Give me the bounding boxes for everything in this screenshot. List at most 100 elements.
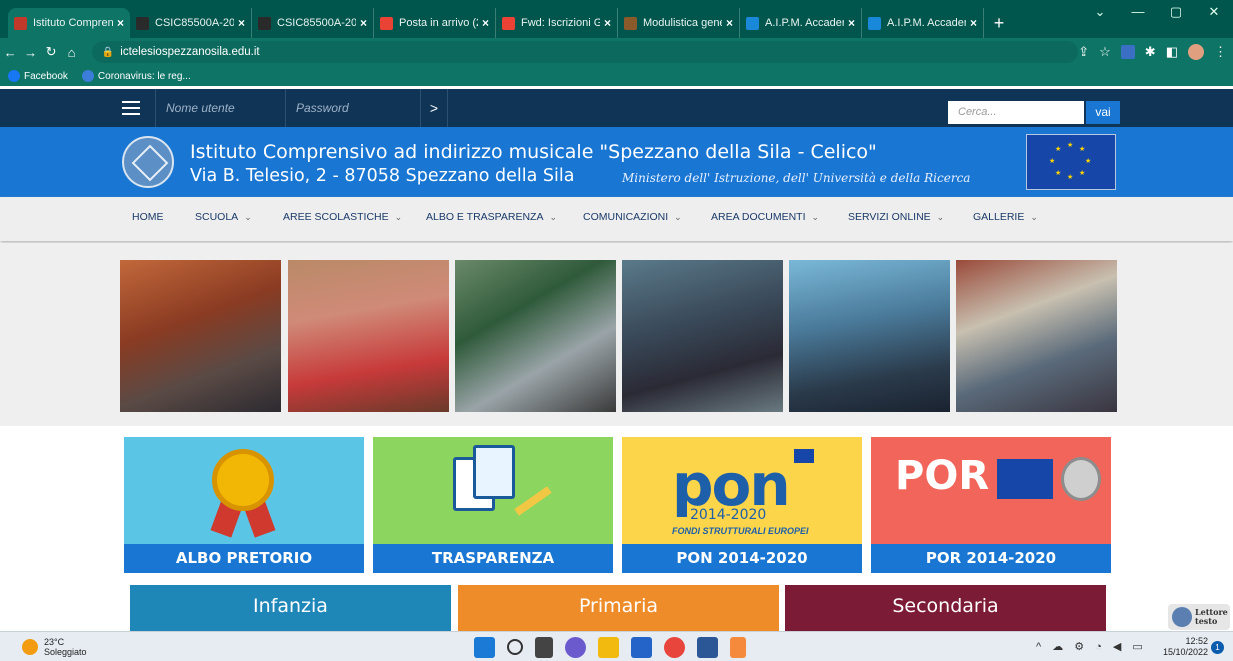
search-input[interactable]: Cerca...	[948, 101, 1084, 124]
chat-icon[interactable]	[565, 637, 586, 658]
school-address: Via B. Telesio, 2 - 87058 Spezzano della…	[190, 166, 575, 186]
tab-close-icon[interactable]: ×	[482, 16, 489, 30]
tab-favicon-icon	[502, 16, 515, 30]
browser-tab[interactable]: CSIC85500A-201! ×	[130, 8, 252, 38]
home-icon[interactable]: ⌂	[61, 45, 81, 60]
store-icon[interactable]	[631, 637, 652, 658]
sun-weather-icon[interactable]	[22, 639, 38, 655]
tile-trasparenza[interactable]: TRASPARENZA	[373, 437, 613, 573]
gallery-photo-6[interactable]	[956, 260, 1117, 412]
menu-item-label: SERVIZI ONLINE	[848, 211, 931, 223]
menu-item-label: HOME	[132, 211, 164, 223]
back-icon[interactable]: ←	[0, 45, 20, 60]
new-tab-button[interactable]: +	[984, 8, 1014, 38]
menu-item[interactable]: HOME	[132, 211, 164, 223]
menu-item[interactable]: COMUNICAZIONI ⌄	[583, 211, 682, 223]
windows-start-icon[interactable]	[474, 637, 495, 658]
document-icon	[473, 445, 515, 499]
password-input[interactable]: Password	[285, 89, 420, 127]
share-icon[interactable]: ⇪	[1078, 44, 1089, 60]
chrome-icon[interactable]	[664, 637, 685, 658]
tile-albo-pretorio[interactable]: ALBO PRETORIO	[124, 437, 364, 573]
gallery-photo-2[interactable]	[288, 260, 449, 412]
search-button[interactable]: vai	[1086, 101, 1120, 124]
tab-favicon-icon	[380, 16, 393, 30]
tab-close-icon[interactable]: ×	[726, 16, 733, 30]
menu-kebab-icon[interactable]: ⋮	[1214, 44, 1227, 60]
browser-tab[interactable]: Fwd: Iscrizioni Gi ×	[496, 8, 618, 38]
bookmark-coronavirus[interactable]: Coronavirus: le reg...	[81, 70, 191, 82]
eu-flag-icon	[794, 449, 814, 463]
word-icon[interactable]	[697, 637, 718, 658]
text-reader-label: Lettore testo	[1195, 607, 1228, 626]
file-explorer-icon[interactable]	[598, 637, 619, 658]
tab-search-icon[interactable]: ⌄	[1081, 4, 1119, 20]
tab-close-icon[interactable]: ×	[360, 16, 367, 30]
windows-taskbar: 23°C Soleggiato ^ ☁ ⚙ ◔ ◀ ▭ 12:52 15/10/…	[0, 631, 1233, 661]
tab-close-icon[interactable]: ×	[970, 16, 977, 30]
menu-item[interactable]: SERVIZI ONLINE ⌄	[848, 211, 944, 223]
level-infanzia-button[interactable]: Infanzia	[130, 585, 451, 631]
gallery-photo-3[interactable]	[455, 260, 616, 412]
level-secondaria-button[interactable]: Secondaria	[785, 585, 1106, 631]
bookmark-star-icon[interactable]: ☆	[1099, 44, 1111, 60]
menu-item[interactable]: SCUOLA ⌄	[195, 211, 252, 223]
lock-icon[interactable]: 🔒	[102, 47, 114, 58]
extension-icon[interactable]	[1120, 45, 1135, 59]
menu-item[interactable]: AREA DOCUMENTI ⌄	[711, 211, 819, 223]
menu-item[interactable]: ALBO E TRASPARENZA ⌄	[426, 211, 557, 223]
browser-tab[interactable]: Istituto Compren ×	[8, 8, 130, 38]
tab-favicon-icon	[258, 16, 271, 30]
bookmarks-bar: Facebook Coronavirus: le reg...	[0, 66, 1233, 86]
hamburger-menu-icon[interactable]	[122, 101, 140, 115]
notification-badge[interactable]: 1	[1211, 641, 1224, 654]
weather-widget[interactable]: 23°C Soleggiato	[44, 637, 87, 657]
tab-title: Modulistica gene	[643, 17, 722, 29]
menu-item[interactable]: GALLERIE ⌄	[973, 211, 1038, 223]
text-reader-button[interactable]: Lettore testo	[1168, 604, 1230, 630]
url-field[interactable]: 🔒 ictelesiospezzanosila.edu.it	[91, 41, 1079, 63]
browser-tab[interactable]: Modulistica gene ×	[618, 8, 740, 38]
reload-icon[interactable]: ↻	[41, 44, 61, 60]
login-submit-button[interactable]: >	[420, 89, 448, 127]
restore-icon[interactable]: ▢	[1157, 4, 1195, 20]
tab-favicon-icon	[746, 16, 759, 30]
browser-tab-strip: Istituto Compren×CSIC85500A-201!×CSIC855…	[0, 0, 1233, 38]
tab-title: A.I.P.M. Accadem	[765, 17, 844, 29]
menu-item[interactable]: AREE SCOLASTICHE ⌄	[283, 211, 402, 223]
browser-tab[interactable]: Posta in arrivo (2 ×	[374, 8, 496, 38]
menu-item-label: SCUOLA	[195, 211, 239, 223]
tile-pon[interactable]: pon 2014-2020 FONDI STRUTTURALI EUROPEI …	[622, 437, 862, 573]
tab-close-icon[interactable]: ×	[238, 16, 245, 30]
clock-date: 15/10/2022	[1162, 647, 1208, 657]
snipping-tool-icon[interactable]	[730, 637, 746, 658]
pencil-icon	[514, 486, 552, 516]
browser-tab[interactable]: A.I.P.M. Accadem ×	[862, 8, 984, 38]
username-input[interactable]: Nome utente	[155, 89, 285, 127]
forward-icon[interactable]: →	[20, 45, 40, 60]
url-text: ictelesiospezzanosila.edu.it	[120, 46, 260, 58]
extensions-puzzle-icon[interactable]: ✱	[1145, 44, 1156, 60]
browser-tab[interactable]: CSIC85500A-201! ×	[252, 8, 374, 38]
bookmark-facebook[interactable]: Facebook	[8, 70, 68, 82]
gallery-photo-1[interactable]	[120, 260, 281, 412]
browser-tab[interactable]: A.I.P.M. Accadem ×	[740, 8, 862, 38]
close-window-icon[interactable]: ✕	[1195, 4, 1233, 20]
tab-close-icon[interactable]: ×	[848, 16, 855, 30]
profile-avatar[interactable]	[1188, 44, 1204, 60]
task-view-icon[interactable]	[535, 637, 553, 658]
weather-condition: Soleggiato	[44, 647, 87, 657]
taskbar-apps	[474, 637, 746, 658]
address-bar: ← → ↻ ⌂ 🔒 ictelesiospezzanosila.edu.it ⇪…	[0, 38, 1233, 66]
minimize-icon[interactable]: —	[1119, 4, 1157, 20]
search-icon[interactable]	[507, 639, 523, 655]
tile-por[interactable]: POR POR 2014-2020	[871, 437, 1111, 573]
tab-close-icon[interactable]: ×	[117, 16, 124, 30]
tab-close-icon[interactable]: ×	[604, 16, 611, 30]
clock[interactable]: 12:52 15/10/2022	[1150, 636, 1208, 658]
system-tray[interactable]: ^ ☁ ⚙ ◔ ◀ ▭	[1036, 640, 1147, 653]
gallery-photo-4[interactable]	[622, 260, 783, 412]
level-primaria-button[interactable]: Primaria	[458, 585, 779, 631]
gallery-photo-5[interactable]	[789, 260, 950, 412]
sidepanel-icon[interactable]: ◧	[1166, 44, 1178, 60]
